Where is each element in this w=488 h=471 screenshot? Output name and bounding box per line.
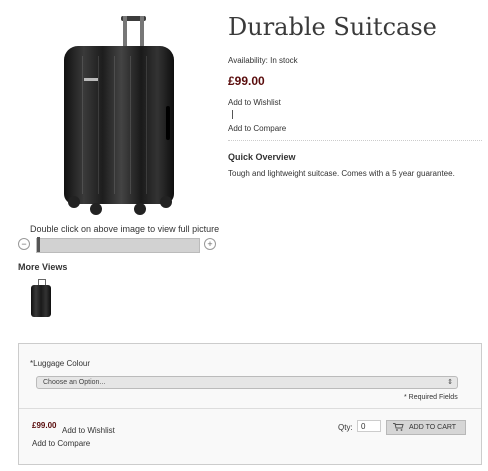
zoom-slider-handle[interactable] xyxy=(37,237,40,252)
add-to-wishlist-link-bottom[interactable]: Add to Wishlist xyxy=(62,426,115,435)
suitcase-body xyxy=(64,46,174,204)
suitcase-wheel xyxy=(68,196,80,208)
quick-overview-title: Quick Overview xyxy=(228,152,296,162)
luggage-colour-select[interactable]: Choose an Option... ⇕ xyxy=(36,376,458,389)
options-divider xyxy=(19,408,481,409)
cart-icon xyxy=(393,423,404,431)
add-to-compare-link[interactable]: Add to Compare xyxy=(228,124,286,133)
qty-label: Qty: xyxy=(338,423,353,432)
add-to-cart-button[interactable]: ADD TO CART xyxy=(386,420,466,435)
plus-circle-icon[interactable]: + xyxy=(204,238,216,250)
more-views-title: More Views xyxy=(18,262,68,272)
section-divider xyxy=(228,140,482,141)
image-zoom-caption: Double click on above image to view full… xyxy=(30,224,220,234)
suitcase-wheel xyxy=(160,196,172,208)
suitcase-badge xyxy=(84,78,98,81)
minus-circle-icon[interactable]: − xyxy=(18,238,30,250)
qty-input[interactable]: 0 xyxy=(357,420,381,432)
suitcase-handle-bar-left xyxy=(123,16,127,48)
add-to-cart-label: ADD TO CART xyxy=(409,424,457,431)
add-to-wishlist-link[interactable]: Add to Wishlist xyxy=(228,98,281,107)
select-arrows-icon: ⇕ xyxy=(447,379,453,386)
select-value: Choose an Option... xyxy=(43,379,106,386)
suitcase-side-handle xyxy=(166,106,170,140)
luggage-colour-label: *Luggage Colour xyxy=(30,359,91,368)
cart-price: £99.00 xyxy=(32,421,57,430)
thumbnail-suitcase xyxy=(31,285,51,317)
product-thumbnail[interactable] xyxy=(26,279,56,321)
suitcase-wheel xyxy=(90,203,102,215)
zoom-slider[interactable] xyxy=(36,238,200,253)
quick-overview-text: Tough and lightweight suitcase. Comes wi… xyxy=(228,169,455,178)
product-main-image[interactable] xyxy=(48,16,190,219)
add-to-compare-link-bottom[interactable]: Add to Compare xyxy=(32,439,90,448)
suitcase-handle-bar-right xyxy=(140,16,144,48)
suitcase-wheel xyxy=(134,203,146,215)
product-price: £99.00 xyxy=(228,74,265,88)
product-title: Durable Suitcase xyxy=(228,13,437,41)
availability-status: Availability: In stock xyxy=(228,56,298,65)
link-separator xyxy=(232,110,233,119)
required-fields-note: * Required Fields xyxy=(404,394,458,401)
